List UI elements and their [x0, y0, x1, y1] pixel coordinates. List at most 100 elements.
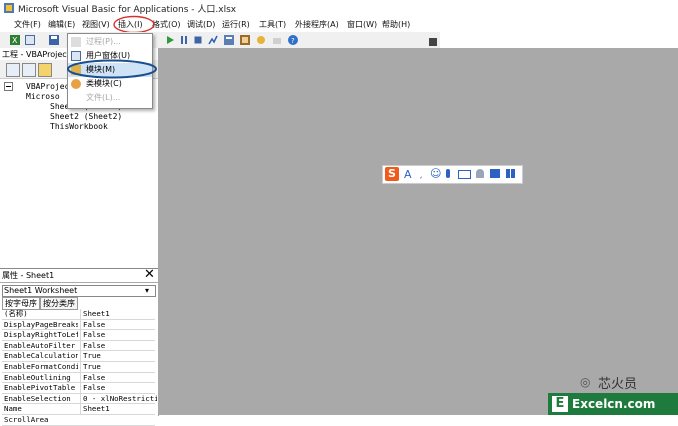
tree-item-thisworkbook[interactable]: ThisWorkbook	[50, 122, 108, 131]
property-row[interactable]: DisplayRightToLef False	[2, 330, 155, 341]
toolbox-grid-icon[interactable]	[506, 169, 515, 178]
menu-tools[interactable]: 工具(T)	[259, 19, 286, 30]
properties-title: 属性 - Sheet1	[2, 271, 55, 280]
property-value[interactable]: False	[80, 319, 157, 330]
logo-site-text: Excelcn.com	[572, 397, 656, 411]
property-row[interactable]: ScrollArea	[2, 415, 155, 426]
property-key: Name	[4, 404, 22, 414]
menu-item-class-module[interactable]: 类模块(C)	[68, 77, 152, 91]
property-row[interactable]: Name Sheet1	[2, 404, 155, 415]
chevron-down-icon[interactable]: ▾	[145, 286, 149, 295]
logo-e-icon: E	[552, 396, 568, 412]
menu-edit[interactable]: 编辑(E)	[48, 19, 75, 30]
menu-bar: 文件(F) 编辑(E) 视图(V) 插入(I) 格式(O) 调试(D) 运行(R…	[0, 15, 440, 34]
excelcn-logo: E Excelcn.com	[548, 393, 678, 415]
skin-shirt-icon[interactable]	[490, 169, 500, 178]
property-value[interactable]: False	[80, 372, 157, 383]
menu-file[interactable]: 文件(F)	[14, 19, 41, 30]
property-row[interactable]: EnableSelection 0 - xlNoRestricti	[2, 393, 157, 405]
svg-text:X: X	[12, 36, 18, 45]
tree-root-project[interactable]: VBAProjec	[26, 82, 69, 91]
property-value[interactable]: True	[80, 351, 157, 361]
toggle-folders-icon[interactable]	[38, 63, 52, 77]
tree-collapse-icon[interactable]	[4, 82, 14, 92]
punctuation-icon[interactable]: ˏ	[418, 168, 423, 179]
property-value[interactable]: False	[80, 330, 157, 340]
property-key: EnableCalculation	[4, 351, 78, 361]
menu-help[interactable]: 帮助(H)	[382, 19, 410, 30]
properties-panel: 属性 - Sheet1 ✕ Sheet1 Worksheet ▾ 按字母序 按分…	[0, 267, 159, 426]
run-icon[interactable]	[165, 35, 175, 45]
ime-toolbar: S A ˏ ☺	[382, 165, 523, 184]
property-row[interactable]: EnableOutlining False	[2, 372, 157, 384]
window-title: Microsoft Visual Basic for Applications …	[18, 5, 237, 15]
property-value[interactable]: False	[80, 383, 157, 393]
property-value[interactable]: Sheet1	[80, 404, 157, 414]
properties-tabs: 按字母序 按分类序	[2, 297, 154, 310]
help-icon[interactable]: ?	[288, 35, 298, 45]
property-value[interactable]: True	[80, 361, 157, 372]
code-workspace[interactable]	[158, 48, 678, 415]
property-value[interactable]: 0 - xlNoRestricti	[80, 393, 157, 404]
property-row[interactable]: EnableCalculation True	[2, 351, 155, 362]
properties-grid: (名称) Sheet1 DisplayPageBreaks False Displa…	[2, 309, 157, 426]
user-icon[interactable]	[476, 169, 484, 178]
ime-mode-label[interactable]: A	[404, 168, 412, 181]
properties-window-icon[interactable]	[240, 35, 250, 45]
view-object-icon[interactable]	[22, 63, 36, 77]
view-code-icon[interactable]	[6, 63, 20, 77]
menu-format[interactable]: 格式(O)	[152, 19, 181, 30]
properties-object-select[interactable]: Sheet1 Worksheet ▾	[2, 285, 156, 297]
property-key: (名称)	[4, 309, 28, 318]
property-key: EnableFormatCondi	[4, 361, 78, 371]
menu-item-file[interactable]: 文件(L)...	[68, 91, 152, 105]
reset-icon[interactable]	[193, 35, 203, 45]
watermark-brand-text: 芯火员	[598, 377, 638, 392]
menu-view[interactable]: 视图(V)	[82, 19, 110, 30]
project-explorer-icon[interactable]	[224, 35, 234, 45]
keyboard-icon[interactable]	[458, 170, 471, 179]
property-row[interactable]: (名称) Sheet1	[2, 309, 155, 320]
property-key: DisplayPageBreaks	[4, 319, 78, 329]
tree-item-sheet2[interactable]: Sheet2 (Sheet2)	[50, 112, 122, 121]
toolbox-icon[interactable]	[272, 35, 282, 45]
design-mode-icon[interactable]	[208, 35, 218, 45]
properties-header: 属性 - Sheet1 ✕	[0, 267, 158, 283]
toolbar: X ?	[0, 32, 440, 49]
menu-addins[interactable]: 外接程序(A)	[295, 19, 339, 30]
microphone-icon[interactable]	[446, 169, 450, 178]
wechat-icon: ◎	[580, 375, 591, 389]
module-highlight-ellipse	[67, 59, 157, 79]
menu-item-procedure[interactable]: 过程(P)...	[68, 35, 152, 49]
property-value[interactable]: Sheet1	[80, 309, 157, 319]
property-key: EnablePivotTable	[4, 383, 76, 393]
close-icon[interactable]: ✕	[144, 267, 155, 282]
menu-window[interactable]: 窗口(W)	[347, 19, 377, 30]
vba-app-icon	[4, 3, 14, 13]
menu-item-label: 过程(P)...	[86, 37, 121, 46]
save-icon[interactable]	[49, 35, 59, 45]
object-browser-icon[interactable]	[256, 35, 266, 45]
emoji-icon[interactable]: ☺	[430, 167, 441, 180]
property-row[interactable]: EnableFormatCondi True	[2, 361, 157, 373]
property-row[interactable]: EnableAutoFilter False	[2, 340, 157, 352]
property-row[interactable]: EnablePivotTable False	[2, 383, 155, 394]
svg-text:?: ?	[291, 37, 295, 45]
property-row[interactable]: DisplayPageBreaks False	[2, 319, 157, 331]
menu-debug[interactable]: 调试(D)	[187, 19, 215, 30]
menu-run[interactable]: 运行(R)	[222, 19, 250, 30]
property-key: EnableSelection	[4, 393, 71, 403]
excel-view-icon[interactable]: X	[10, 35, 20, 45]
sogou-brand-icon[interactable]: S	[385, 167, 399, 181]
procedure-icon	[71, 37, 81, 47]
project-explorer-title: 工程 - VBAProject	[2, 50, 70, 59]
tree-folder-excel-objects[interactable]: Microso	[26, 92, 60, 101]
property-key: EnableAutoFilter	[4, 340, 76, 350]
property-key: DisplayRightToLef	[4, 330, 78, 340]
toolbar-overflow-icon[interactable]	[429, 38, 437, 46]
properties-object-value: Sheet1 Worksheet	[4, 286, 78, 295]
insert-userform-icon[interactable]	[25, 35, 35, 45]
property-value[interactable]: False	[80, 340, 157, 351]
class-module-icon	[71, 79, 81, 89]
pause-icon[interactable]	[179, 35, 189, 45]
